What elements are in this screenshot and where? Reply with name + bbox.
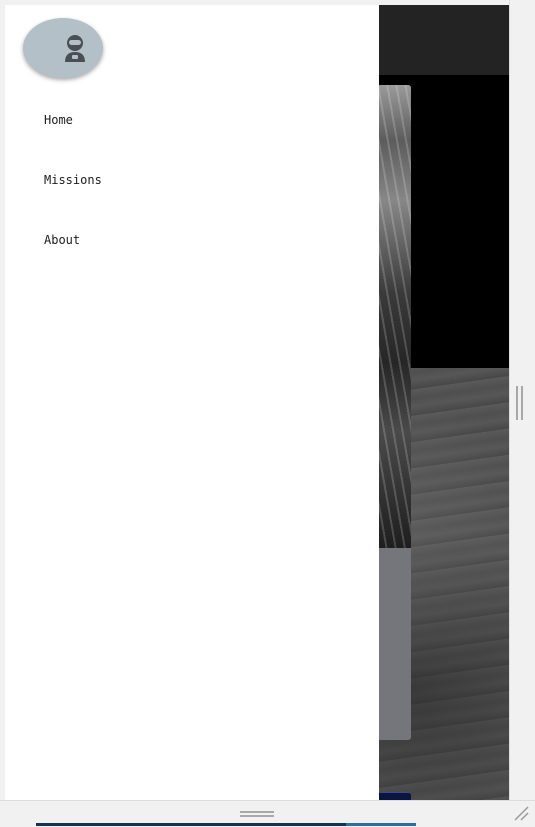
avatar-button[interactable] [23,18,103,78]
vertical-grip-icon[interactable] [516,386,523,420]
corner-resize-icon[interactable] [512,804,530,822]
nav-item-missions[interactable]: Missions [44,170,102,190]
navigation-drawer: Home Missions About [5,5,379,800]
frame-left-edge [0,0,5,800]
nav-item-about[interactable]: About [44,230,80,250]
frame-top-edge [0,0,509,5]
astronaut-icon [65,35,85,62]
horizontal-grip-icon[interactable] [240,811,274,817]
nav-item-home[interactable]: Home [44,110,73,130]
